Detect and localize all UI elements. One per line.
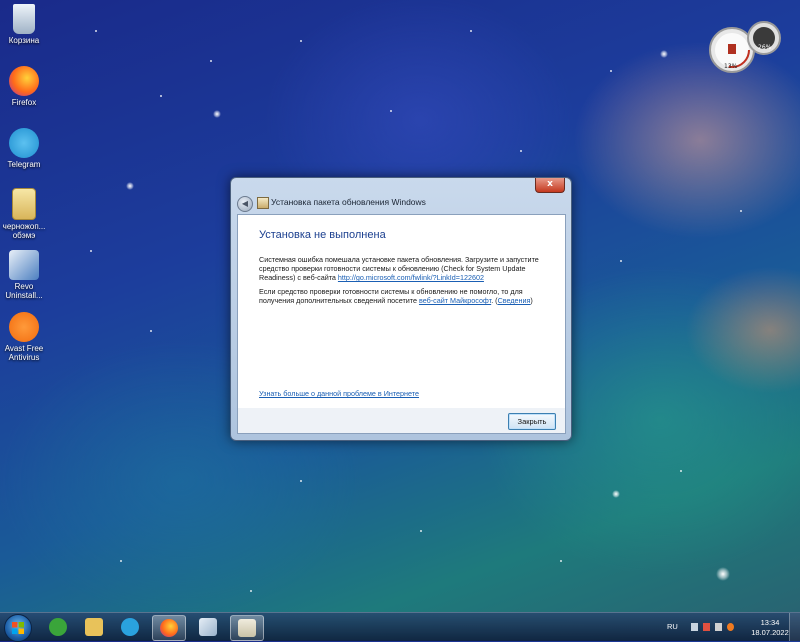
ram-value: 26% bbox=[758, 44, 772, 51]
desktop-icon-label: Firefox bbox=[11, 98, 37, 107]
error-message: Системная ошибка помешала установке паке… bbox=[259, 255, 549, 282]
microsoft-website-link[interactable]: веб-сайт Майкрософт bbox=[419, 296, 491, 305]
dialog-heading: Установка не выполнена bbox=[259, 229, 386, 241]
clock[interactable]: 13:34 18.07.2022 bbox=[747, 618, 793, 638]
taskbar-app-update-installer[interactable] bbox=[230, 615, 264, 641]
desktop-icon-label: Корзина bbox=[8, 36, 40, 45]
firefox-icon bbox=[160, 619, 178, 637]
learn-more-online-link[interactable]: Узнать больше о данной проблеме в Интерн… bbox=[259, 389, 419, 398]
system-tray: RU 13:34 18.07.2022 bbox=[663, 613, 800, 641]
desktop-icon-label: Avast Free Antivirus bbox=[4, 344, 44, 362]
readiness-tool-link[interactable]: http://go.microsoft.com/fwlink/?LinkId=1… bbox=[338, 273, 484, 282]
utorrent-icon bbox=[49, 618, 67, 636]
desktop-icon-telegram[interactable]: Telegram bbox=[2, 128, 46, 169]
installer-icon bbox=[257, 197, 269, 209]
details-link[interactable]: Сведения bbox=[498, 296, 531, 305]
desktop-icon-recycle-bin[interactable]: Корзина bbox=[2, 4, 46, 45]
taskbar: RU 13:34 18.07.2022 bbox=[0, 612, 800, 642]
paint-icon bbox=[199, 618, 217, 636]
language-indicator[interactable]: RU bbox=[667, 622, 678, 631]
show-desktop-button[interactable] bbox=[789, 613, 800, 641]
volume-icon[interactable] bbox=[715, 623, 722, 631]
back-arrow-icon[interactable]: ◀ bbox=[237, 196, 253, 212]
desktop-icon-folder[interactable]: черножоп... обэмэ bbox=[2, 188, 46, 240]
dialog-content: Установка не выполнена Системная ошибка … bbox=[237, 214, 566, 409]
desktop-icon-label: Revo Uninstall... bbox=[5, 282, 43, 300]
taskbar-app-explorer[interactable] bbox=[78, 615, 110, 639]
close-button[interactable]: Закрыть bbox=[508, 413, 556, 430]
firefox-icon bbox=[9, 66, 39, 96]
desktop-icon-label: черножоп... обэмэ bbox=[2, 222, 46, 240]
dialog-titlebar[interactable]: x ◀ Установка пакета обновления Windows bbox=[231, 178, 571, 214]
clock-date: 18.07.2022 bbox=[751, 628, 789, 637]
start-button[interactable] bbox=[4, 614, 32, 642]
update-install-dialog: x ◀ Установка пакета обновления Windows … bbox=[230, 177, 572, 441]
cpu-value: 13% bbox=[724, 63, 738, 70]
network-icon[interactable] bbox=[703, 623, 710, 631]
desktop-icon-avast[interactable]: Avast Free Antivirus bbox=[2, 312, 46, 362]
folder-icon bbox=[12, 188, 36, 220]
telegram-icon bbox=[121, 618, 139, 636]
cpu-meter-gadget[interactable]: 13% 26% bbox=[706, 18, 786, 76]
taskbar-app-firefox[interactable] bbox=[152, 615, 186, 641]
taskbar-app-telegram[interactable] bbox=[114, 615, 146, 639]
help-message: Если средство проверки готовности систем… bbox=[259, 287, 533, 305]
revo-uninstaller-icon bbox=[9, 250, 39, 280]
windows-logo-icon bbox=[12, 622, 24, 634]
avast-icon bbox=[9, 312, 39, 342]
desktop-icon-revo-uninstaller[interactable]: Revo Uninstall... bbox=[2, 250, 46, 300]
taskbar-app-utorrent[interactable] bbox=[42, 615, 74, 639]
telegram-icon bbox=[9, 128, 39, 158]
dialog-title: Установка пакета обновления Windows bbox=[271, 197, 426, 207]
avast-tray-icon[interactable] bbox=[727, 623, 734, 631]
folder-icon bbox=[85, 618, 103, 636]
clock-time: 13:34 bbox=[760, 618, 780, 627]
taskbar-app-paint[interactable] bbox=[192, 615, 224, 639]
recycle-bin-icon bbox=[13, 4, 35, 34]
dialog-footer: Закрыть bbox=[237, 408, 566, 434]
desktop-icon-firefox[interactable]: Firefox bbox=[2, 66, 46, 107]
installer-icon bbox=[238, 619, 256, 637]
action-center-flag-icon[interactable] bbox=[691, 623, 698, 631]
window-close-button[interactable]: x bbox=[535, 178, 565, 193]
desktop-icon-label: Telegram bbox=[7, 160, 41, 169]
